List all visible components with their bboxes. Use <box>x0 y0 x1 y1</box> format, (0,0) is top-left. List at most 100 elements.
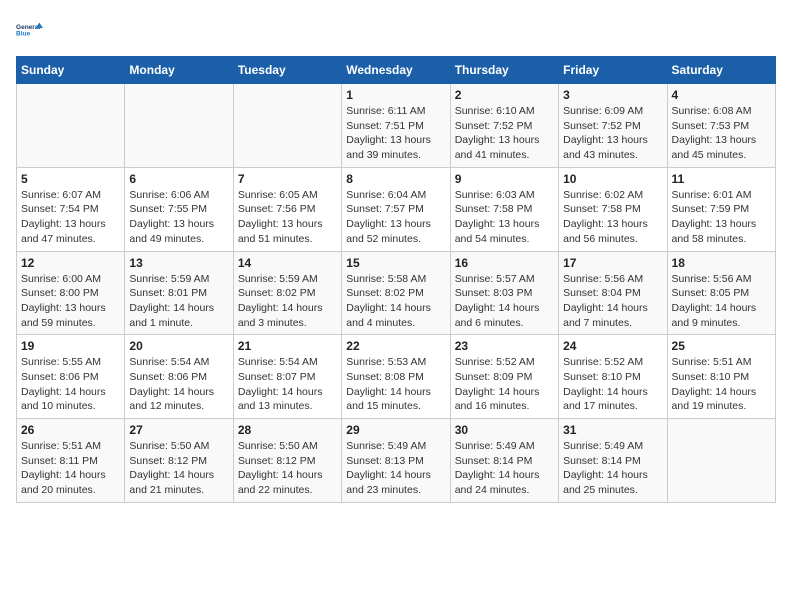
calendar-day-1: 1 Sunrise: 6:11 AM Sunset: 7:51 PM Daylig… <box>342 84 450 168</box>
day-info: Sunrise: 6:10 AM Sunset: 7:52 PM Dayligh… <box>455 104 554 163</box>
day-info: Sunrise: 6:06 AM Sunset: 7:55 PM Dayligh… <box>129 188 228 247</box>
calendar-day-2: 2 Sunrise: 6:10 AM Sunset: 7:52 PM Daylig… <box>450 84 558 168</box>
calendar-day-empty <box>233 84 341 168</box>
day-info: Sunrise: 5:58 AM Sunset: 8:02 PM Dayligh… <box>346 272 445 331</box>
weekday-header-monday: Monday <box>125 57 233 84</box>
day-info: Sunrise: 5:49 AM Sunset: 8:13 PM Dayligh… <box>346 439 445 498</box>
day-number: 1 <box>346 88 445 102</box>
calendar-day-23: 23Sunrise: 5:52 AM Sunset: 8:09 PM Dayli… <box>450 335 558 419</box>
calendar-day-3: 3Sunrise: 6:09 AM Sunset: 7:52 PM Daylig… <box>559 84 667 168</box>
day-info: Sunrise: 6:09 AM Sunset: 7:52 PM Dayligh… <box>563 104 662 163</box>
day-number: 30 <box>455 423 554 437</box>
day-number: 10 <box>563 172 662 186</box>
day-number: 25 <box>672 339 771 353</box>
day-number: 29 <box>346 423 445 437</box>
day-number: 5 <box>21 172 120 186</box>
day-info: Sunrise: 6:05 AM Sunset: 7:56 PM Dayligh… <box>238 188 337 247</box>
day-info: Sunrise: 5:50 AM Sunset: 8:12 PM Dayligh… <box>129 439 228 498</box>
calendar-day-empty <box>667 419 775 503</box>
day-number: 27 <box>129 423 228 437</box>
day-number: 21 <box>238 339 337 353</box>
calendar-day-empty <box>125 84 233 168</box>
logo-icon: GeneralBlue <box>16 16 44 44</box>
day-number: 17 <box>563 256 662 270</box>
day-info: Sunrise: 5:52 AM Sunset: 8:09 PM Dayligh… <box>455 355 554 414</box>
day-number: 7 <box>238 172 337 186</box>
calendar-day-17: 17 Sunrise: 5:56 AM Sunset: 8:04 PM Dayli… <box>559 251 667 335</box>
day-number: 22 <box>346 339 445 353</box>
calendar-day-15: 15 Sunrise: 5:58 AM Sunset: 8:02 PM Dayli… <box>342 251 450 335</box>
calendar-day-28: 28 Sunrise: 5:50 AM Sunset: 8:12 PM Dayli… <box>233 419 341 503</box>
calendar-day-20: 20 Sunrise: 5:54 AM Sunset: 8:06 PM Dayli… <box>125 335 233 419</box>
calendar-day-11: 11Sunrise: 6:01 AM Sunset: 7:59 PM Dayli… <box>667 167 775 251</box>
day-info: Sunrise: 5:54 AM Sunset: 8:07 PM Dayligh… <box>238 355 337 414</box>
day-number: 13 <box>129 256 228 270</box>
calendar-day-26: 26 Sunrise: 5:51 AM Sunset: 8:11 PM Dayli… <box>17 419 125 503</box>
day-number: 11 <box>672 172 771 186</box>
weekday-header-wednesday: Wednesday <box>342 57 450 84</box>
day-number: 2 <box>455 88 554 102</box>
svg-text:Blue: Blue <box>16 31 30 38</box>
day-number: 31 <box>563 423 662 437</box>
day-number: 26 <box>21 423 120 437</box>
calendar-week-row: 19Sunrise: 5:55 AM Sunset: 8:06 PM Dayli… <box>17 335 776 419</box>
day-number: 16 <box>455 256 554 270</box>
calendar-day-19: 19Sunrise: 5:55 AM Sunset: 8:06 PM Dayli… <box>17 335 125 419</box>
day-info: Sunrise: 5:51 AM Sunset: 8:10 PM Dayligh… <box>672 355 771 414</box>
calendar-day-24: 24 Sunrise: 5:52 AM Sunset: 8:10 PM Dayli… <box>559 335 667 419</box>
day-info: Sunrise: 5:52 AM Sunset: 8:10 PM Dayligh… <box>563 355 662 414</box>
day-number: 24 <box>563 339 662 353</box>
calendar-table: SundayMondayTuesdayWednesdayThursdayFrid… <box>16 56 776 503</box>
day-number: 6 <box>129 172 228 186</box>
calendar-day-9: 9 Sunrise: 6:03 AM Sunset: 7:58 PM Daylig… <box>450 167 558 251</box>
day-info: Sunrise: 6:11 AM Sunset: 7:51 PM Dayligh… <box>346 104 445 163</box>
header: GeneralBlue <box>16 16 776 44</box>
weekday-header-friday: Friday <box>559 57 667 84</box>
weekday-header-saturday: Saturday <box>667 57 775 84</box>
day-info: Sunrise: 6:07 AM Sunset: 7:54 PM Dayligh… <box>21 188 120 247</box>
day-number: 28 <box>238 423 337 437</box>
day-number: 8 <box>346 172 445 186</box>
weekday-header-sunday: Sunday <box>17 57 125 84</box>
calendar-day-10: 10Sunrise: 6:02 AM Sunset: 7:58 PM Dayli… <box>559 167 667 251</box>
calendar-day-8: 8 Sunrise: 6:04 AM Sunset: 7:57 PM Daylig… <box>342 167 450 251</box>
calendar-day-21: 21 Sunrise: 5:54 AM Sunset: 8:07 PM Dayli… <box>233 335 341 419</box>
day-info: Sunrise: 5:49 AM Sunset: 8:14 PM Dayligh… <box>563 439 662 498</box>
day-info: Sunrise: 5:55 AM Sunset: 8:06 PM Dayligh… <box>21 355 120 414</box>
calendar-day-6: 6 Sunrise: 6:06 AM Sunset: 7:55 PM Daylig… <box>125 167 233 251</box>
calendar-day-12: 12Sunrise: 6:00 AM Sunset: 8:00 PM Dayli… <box>17 251 125 335</box>
day-info: Sunrise: 5:53 AM Sunset: 8:08 PM Dayligh… <box>346 355 445 414</box>
day-number: 15 <box>346 256 445 270</box>
day-info: Sunrise: 5:57 AM Sunset: 8:03 PM Dayligh… <box>455 272 554 331</box>
day-number: 20 <box>129 339 228 353</box>
calendar-week-row: 26 Sunrise: 5:51 AM Sunset: 8:11 PM Dayli… <box>17 419 776 503</box>
calendar-day-22: 22 Sunrise: 5:53 AM Sunset: 8:08 PM Dayli… <box>342 335 450 419</box>
day-number: 9 <box>455 172 554 186</box>
day-info: Sunrise: 6:08 AM Sunset: 7:53 PM Dayligh… <box>672 104 771 163</box>
day-info: Sunrise: 5:54 AM Sunset: 8:06 PM Dayligh… <box>129 355 228 414</box>
calendar-week-row: 5 Sunrise: 6:07 AM Sunset: 7:54 PM Daylig… <box>17 167 776 251</box>
calendar-day-4: 4 Sunrise: 6:08 AM Sunset: 7:53 PM Daylig… <box>667 84 775 168</box>
day-info: Sunrise: 6:00 AM Sunset: 8:00 PM Dayligh… <box>21 272 120 331</box>
calendar-week-row: 12Sunrise: 6:00 AM Sunset: 8:00 PM Dayli… <box>17 251 776 335</box>
day-info: Sunrise: 5:59 AM Sunset: 8:01 PM Dayligh… <box>129 272 228 331</box>
day-info: Sunrise: 5:59 AM Sunset: 8:02 PM Dayligh… <box>238 272 337 331</box>
day-number: 18 <box>672 256 771 270</box>
calendar-day-14: 14 Sunrise: 5:59 AM Sunset: 8:02 PM Dayli… <box>233 251 341 335</box>
calendar-day-31: 31 Sunrise: 5:49 AM Sunset: 8:14 PM Dayli… <box>559 419 667 503</box>
weekday-header-thursday: Thursday <box>450 57 558 84</box>
calendar-day-5: 5 Sunrise: 6:07 AM Sunset: 7:54 PM Daylig… <box>17 167 125 251</box>
day-number: 4 <box>672 88 771 102</box>
day-number: 14 <box>238 256 337 270</box>
calendar-week-row: 1 Sunrise: 6:11 AM Sunset: 7:51 PM Daylig… <box>17 84 776 168</box>
day-info: Sunrise: 6:03 AM Sunset: 7:58 PM Dayligh… <box>455 188 554 247</box>
day-info: Sunrise: 5:56 AM Sunset: 8:04 PM Dayligh… <box>563 272 662 331</box>
day-info: Sunrise: 5:50 AM Sunset: 8:12 PM Dayligh… <box>238 439 337 498</box>
calendar-day-27: 27 Sunrise: 5:50 AM Sunset: 8:12 PM Dayli… <box>125 419 233 503</box>
calendar-day-18: 18Sunrise: 5:56 AM Sunset: 8:05 PM Dayli… <box>667 251 775 335</box>
weekday-header-tuesday: Tuesday <box>233 57 341 84</box>
logo: GeneralBlue <box>16 16 44 44</box>
day-info: Sunrise: 5:51 AM Sunset: 8:11 PM Dayligh… <box>21 439 120 498</box>
day-info: Sunrise: 5:49 AM Sunset: 8:14 PM Dayligh… <box>455 439 554 498</box>
day-info: Sunrise: 6:04 AM Sunset: 7:57 PM Dayligh… <box>346 188 445 247</box>
